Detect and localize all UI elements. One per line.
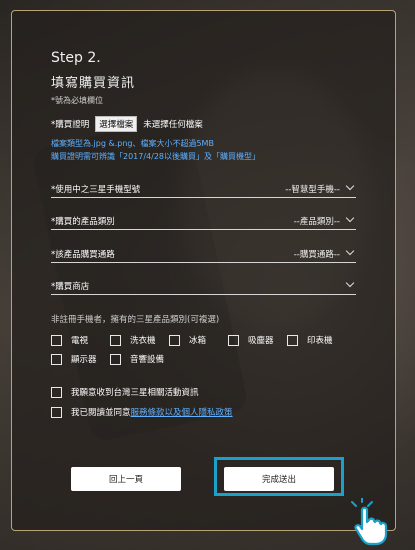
chevron-down-icon	[345, 213, 355, 223]
checkbox-label: 電視	[71, 336, 89, 346]
upload-status: 未選擇任何檔案	[143, 120, 203, 130]
checkbox-tv[interactable]: 電視	[51, 334, 110, 346]
phone-model-label: *使用中之三星手機型號	[51, 185, 141, 195]
back-button[interactable]: 回上一頁	[71, 467, 181, 491]
store-label: *購買商店	[51, 282, 90, 292]
checkbox-box[interactable]	[110, 334, 121, 346]
checkbox-vacuum[interactable]: 吸塵器	[228, 334, 287, 346]
upload-row: *購買證明 選擇檔案 未選擇任何檔案	[51, 116, 203, 132]
checkbox-printer[interactable]: 印表機	[287, 334, 333, 346]
consent-terms-row[interactable]: 我已閱讀並同意服務條款以及個人隱私政策	[51, 406, 233, 418]
step-label: Step 2.	[51, 50, 101, 66]
checkbox-monitor[interactable]: 顯示器	[51, 353, 110, 365]
product-category-label: *購買的產品類別	[51, 217, 115, 227]
checkbox-box[interactable]	[51, 353, 62, 365]
consent-terms-label: 我已閱讀並同意服務條款以及個人隱私政策	[71, 406, 233, 418]
product-category-value: --產品類別--	[293, 217, 340, 227]
terms-prefix: 我已閱讀並同意	[71, 408, 131, 418]
checkbox-label: 吸塵器	[248, 336, 274, 346]
checkbox-fridge[interactable]: 冰箱	[169, 334, 228, 346]
checkbox-washer[interactable]: 洗衣機	[110, 334, 169, 346]
consent-info-row[interactable]: 我願意收到台灣三星相關活動資訊	[51, 386, 199, 398]
purchase-channel-select[interactable]: *該產品購買通路 --購買通路--	[51, 246, 356, 263]
checkbox-box[interactable]	[51, 386, 62, 398]
chevron-down-icon	[345, 181, 355, 191]
checkbox-label: 顯示器	[71, 355, 97, 365]
category-note: 非註冊手機者，擁有的三星產品類別(可複選)	[51, 315, 220, 325]
choose-file-button[interactable]: 選擇檔案	[95, 116, 138, 132]
purchase-channel-label: *該產品購買通路	[51, 250, 115, 260]
submit-button[interactable]: 完成送出	[224, 467, 334, 491]
tap-hand-icon	[351, 498, 388, 546]
product-category-select[interactable]: *購買的產品類別 --產品類別--	[51, 213, 356, 230]
checkbox-box[interactable]	[110, 353, 121, 365]
category-row-2: 顯示器 音響設備	[51, 353, 164, 365]
upload-hint-proof: 購買證明需可辨識「2017/4/28以後購買」及「購買機型」	[51, 152, 261, 161]
chevron-down-icon	[345, 246, 355, 256]
checkbox-label: 音響設備	[130, 355, 165, 365]
chevron-down-icon	[345, 278, 355, 288]
checkbox-label: 冰箱	[189, 336, 207, 346]
upload-label: *購買證明	[51, 120, 90, 130]
checkbox-box[interactable]	[51, 406, 62, 418]
store-select[interactable]: *購買商店	[51, 278, 356, 295]
required-note: *號為必填欄位	[51, 96, 103, 105]
phone-model-select[interactable]: *使用中之三星手機型號 --智慧型手機--	[51, 181, 356, 198]
checkbox-box[interactable]	[51, 334, 62, 346]
checkbox-label: 洗衣機	[130, 336, 156, 346]
checkbox-box[interactable]	[169, 334, 180, 346]
category-row-1: 電視 洗衣機 冰箱 吸塵器 印表機	[51, 334, 333, 346]
upload-hint-filetype: 檔案類型為.jpg &.png、檔案大小不超過5MB	[51, 139, 214, 148]
page-title: 填寫購買資訊	[51, 76, 136, 91]
checkbox-label: 印表機	[307, 336, 333, 346]
consent-info-label: 我願意收到台灣三星相關活動資訊	[71, 388, 199, 398]
checkbox-audio[interactable]: 音響設備	[110, 353, 164, 365]
checkbox-box[interactable]	[228, 334, 239, 346]
purchase-channel-value: --購買通路--	[293, 250, 340, 260]
terms-link[interactable]: 服務條款以及個人隱私政策	[131, 408, 233, 418]
phone-model-value: --智慧型手機--	[285, 185, 340, 195]
checkbox-box[interactable]	[287, 334, 298, 346]
